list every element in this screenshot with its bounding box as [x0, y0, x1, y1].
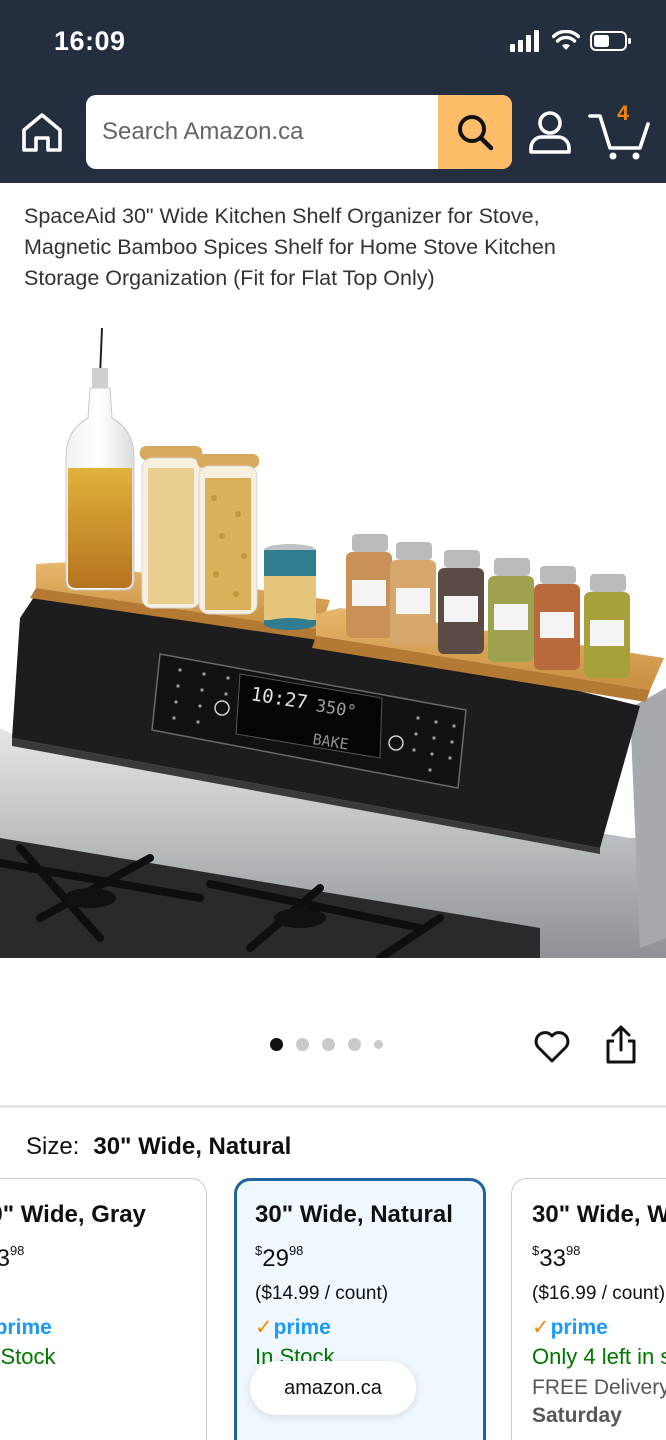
heart-icon: [534, 1031, 570, 1063]
carousel-dot[interactable]: [296, 1038, 309, 1051]
prime-check-icon: ✓: [255, 1316, 273, 1339]
app-root: 16:09 Search Amazon.ca 4 SpaceAid 30" Wi…: [0, 0, 666, 1440]
variant-delivery: FREE Delivery: [532, 1376, 666, 1399]
battery-icon: [590, 31, 631, 51]
variant-title: 30" Wide, Gray: [0, 1201, 146, 1228]
variant-card-gray[interactable]: 30" Wide, Gray $3398 ✓prime In Stock: [0, 1178, 207, 1440]
carousel-dot[interactable]: [322, 1038, 335, 1051]
variant-title: 30" Wide, Natural: [255, 1201, 453, 1228]
food-can: [264, 544, 316, 630]
variant-price: $3398: [532, 1243, 581, 1272]
prime-badge: ✓prime: [0, 1315, 52, 1339]
account-button[interactable]: [526, 108, 574, 156]
variant-price: $2998: [255, 1243, 304, 1272]
size-value: 30" Wide, Natural: [93, 1133, 292, 1160]
wifi-icon: [552, 30, 580, 50]
product-image[interactable]: 10:27 350° BAKE: [0, 318, 666, 962]
status-time: 16:09: [54, 26, 126, 56]
prime-badge: ✓prime: [532, 1315, 608, 1340]
variant-availability: Only 4 left in stock: [532, 1344, 666, 1369]
header-bar: 16:09 Search Amazon.ca 4: [0, 0, 666, 183]
carousel-dot[interactable]: [270, 1038, 283, 1051]
product-photo: 10:27 350° BAKE: [0, 327, 666, 962]
size-selector-label: Size: 30" Wide, Natural: [26, 1133, 291, 1161]
prime-check-icon: ✓: [532, 1316, 550, 1339]
variant-title: 30" Wide, White: [532, 1201, 666, 1228]
variant-delivery-day: Saturday: [532, 1404, 622, 1427]
pasta-jar-fusilli: [197, 454, 259, 615]
share-button[interactable]: [603, 1024, 639, 1066]
prime-badge: ✓prime: [255, 1315, 331, 1340]
oil-bottle: [65, 327, 135, 591]
status-icons: [510, 30, 632, 52]
cart-button[interactable]: 4: [588, 100, 652, 162]
user-icon: [529, 111, 571, 154]
signal-icon: [510, 30, 539, 52]
search-button[interactable]: [438, 95, 512, 169]
carousel-dot[interactable]: [348, 1038, 361, 1051]
variant-card-white[interactable]: 30" Wide, White $3398 ($16.99 / count) ✓…: [511, 1178, 666, 1440]
image-carousel-dots[interactable]: [270, 1038, 383, 1051]
pasta-jar-spaghetti: [140, 446, 202, 609]
cart-count-badge: 4: [617, 102, 629, 125]
add-to-wishlist-button[interactable]: [532, 1026, 572, 1066]
variant-unit-price: ($16.99 / count): [532, 1283, 666, 1304]
carousel-dot[interactable]: [374, 1040, 383, 1049]
home-button[interactable]: [20, 110, 64, 154]
variant-availability: In Stock: [0, 1344, 56, 1369]
search-input[interactable]: [86, 95, 438, 169]
variant-unit-price: [0, 1283, 206, 1305]
variant-price: $3398: [0, 1243, 25, 1272]
browser-url-pill[interactable]: amazon.ca: [250, 1361, 416, 1415]
section-divider: [0, 1105, 666, 1108]
share-icon: [606, 1025, 636, 1064]
variant-unit-price: ($14.99 / count): [255, 1283, 389, 1304]
size-label: Size:: [26, 1133, 80, 1160]
product-title[interactable]: SpaceAid 30" Wide Kitchen Shelf Organize…: [24, 201, 624, 294]
search-bar: [86, 95, 512, 169]
search-icon: [458, 115, 494, 151]
home-icon: [22, 113, 62, 152]
